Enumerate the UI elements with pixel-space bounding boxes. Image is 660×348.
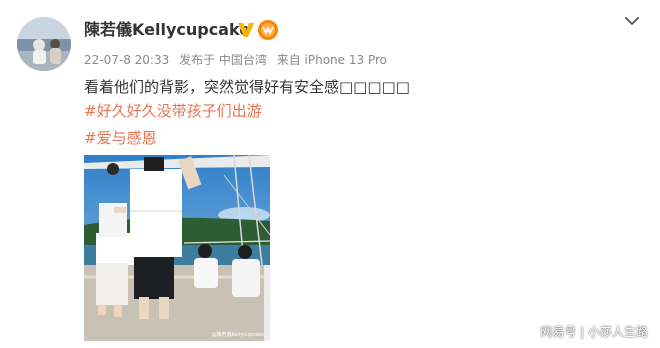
post-location: 发布于 中国台湾: [179, 53, 267, 67]
post-device: 来自 iPhone 13 Pro: [276, 53, 387, 67]
hashtag-gratitude[interactable]: #爱与感恩: [84, 127, 157, 148]
vip-member-icon[interactable]: [257, 19, 279, 41]
post-date[interactable]: 22-07-8 20:33: [84, 53, 169, 67]
post-photo[interactable]: @陳若儀Kellycupcake: [84, 155, 270, 341]
post-photo-image: [84, 155, 270, 341]
avatar[interactable]: [17, 17, 71, 71]
author-name[interactable]: 陳若儀Kellycupcake: [84, 16, 250, 40]
chevron-down-icon[interactable]: [622, 14, 642, 28]
photo-watermark: @陳若儀Kellycupcake: [211, 332, 264, 338]
verified-v-icon[interactable]: [237, 22, 255, 38]
source-watermark: 网易号 | 小莎人生路: [540, 325, 648, 339]
post-meta: 22-07-8 20:33 发布于 中国台湾 来自 iPhone 13 Pro: [84, 51, 393, 68]
avatar-image: [17, 17, 71, 71]
post-text: 看着他们的背影，突然觉得好有安全感□□□□□: [84, 78, 410, 96]
hashtag-outing[interactable]: #好久好久没带孩子们出游: [84, 100, 262, 121]
